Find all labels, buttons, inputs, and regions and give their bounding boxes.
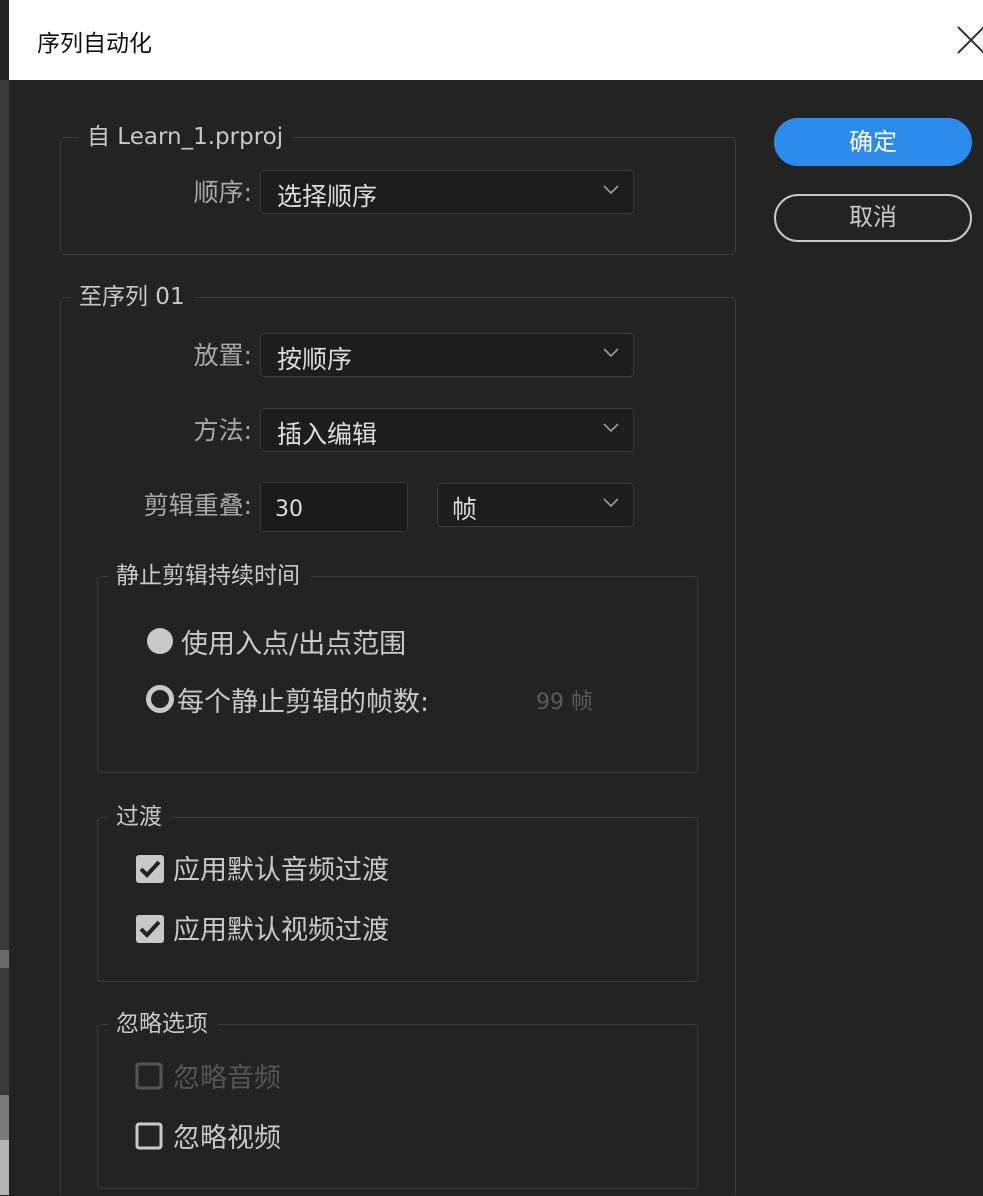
order-select[interactable]: 选择顺序 [260, 170, 634, 214]
close-icon [957, 26, 983, 54]
order-label: 顺序: [193, 178, 252, 207]
chevron-down-icon [603, 423, 619, 433]
checkbox-checked-icon [136, 915, 164, 943]
overlap-label: 剪辑重叠: [143, 491, 252, 520]
still-duration-legend: 静止剪辑持续时间 [108, 562, 310, 590]
chevron-down-icon [603, 498, 619, 508]
placement-select-value: 按顺序 [277, 345, 353, 374]
frames-per-still-value: 99 帧 [536, 690, 593, 715]
overlap-input[interactable]: 30 [260, 482, 408, 532]
checkbox-video-transition-label: 应用默认视频过渡 [173, 915, 389, 946]
chevron-down-icon [603, 185, 619, 195]
method-select[interactable]: 插入编辑 [260, 408, 634, 452]
transitions-group: 过渡 [97, 803, 698, 982]
title-bar-accent [0, 0, 9, 80]
cancel-button[interactable]: 取消 [774, 194, 972, 242]
checkbox-empty-icon [135, 1122, 163, 1150]
dialog-title: 序列自动化 [37, 31, 152, 57]
checkbox-audio-transition-label: 应用默认音频过渡 [173, 855, 389, 886]
ignore-options-group: 忽略选项 [97, 1010, 698, 1189]
method-select-value: 插入编辑 [277, 420, 378, 449]
to-sequence-legend: 至序列 01 [71, 283, 195, 311]
transitions-legend: 过渡 [108, 803, 172, 831]
title-bar: 序列自动化 [0, 0, 983, 80]
placement-select[interactable]: 按顺序 [260, 333, 634, 377]
from-project-legend: 自 Learn_1.prproj [79, 123, 294, 151]
checkbox-empty-icon [135, 1062, 163, 1090]
ignore-options-legend: 忽略选项 [108, 1010, 218, 1038]
radio-frames-per-still-label: 每个静止剪辑的帧数: [177, 687, 430, 718]
placement-label: 放置: [193, 341, 252, 370]
order-select-value: 选择顺序 [277, 182, 378, 211]
checkbox-ignore-video-label: 忽略视频 [173, 1123, 281, 1154]
still-duration-group: 静止剪辑持续时间 [97, 562, 698, 773]
radio-unselected-icon [146, 685, 174, 713]
radio-use-in-out-label: 使用入点/出点范围 [181, 629, 407, 660]
overlap-unit-value: 帧 [452, 495, 478, 524]
checkbox-checked-icon [136, 855, 164, 883]
checkbox-ignore-audio-label: 忽略音频 [173, 1063, 281, 1094]
ok-button[interactable]: 确定 [774, 118, 972, 166]
background-panel-edge [0, 80, 9, 1195]
close-button[interactable] [950, 18, 983, 58]
method-label: 方法: [193, 416, 252, 445]
chevron-down-icon [603, 348, 619, 358]
radio-selected-icon [147, 628, 173, 654]
overlap-unit-select[interactable]: 帧 [437, 483, 634, 527]
